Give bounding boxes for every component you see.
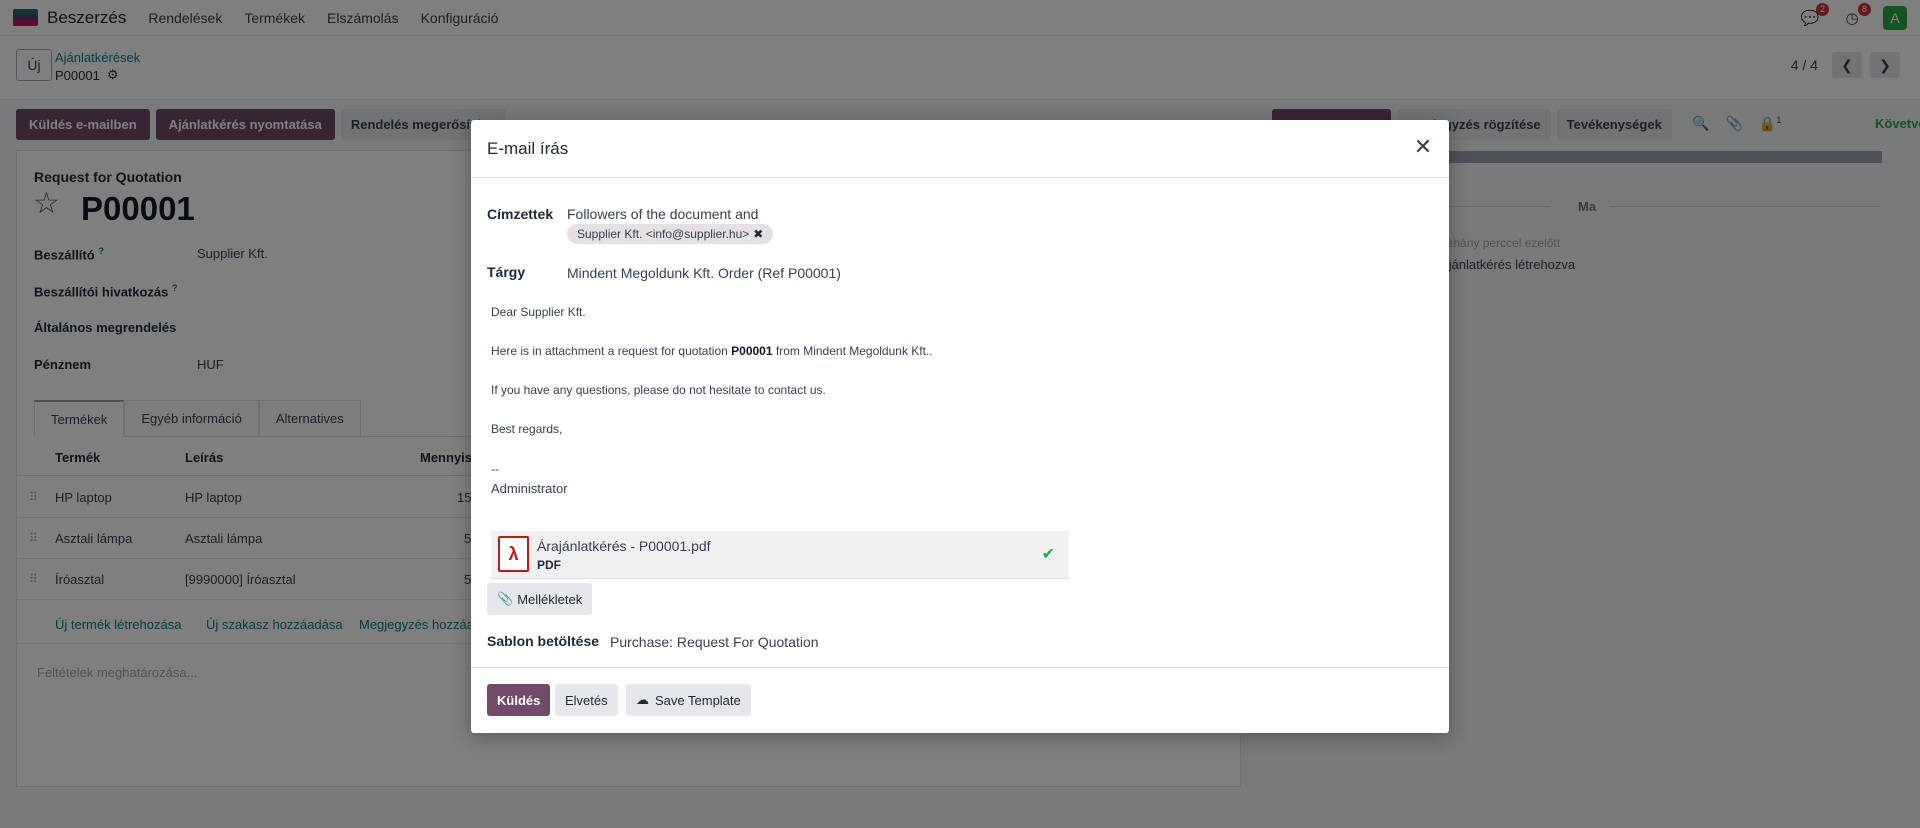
recipient-tag[interactable]: Supplier Kft. <info@supplier.hu> ✖ [567, 224, 774, 244]
attachment-name: Árajánlatkérés - P00001.pdf [537, 538, 711, 554]
body-sig-dash: -- [491, 462, 499, 476]
body-line1-after: from Mindent Megoldunk Kft.. [775, 344, 933, 358]
attachment-type: PDF [537, 558, 561, 572]
save-template-button[interactable]: ☁ Save Template [626, 684, 751, 716]
attachment-item[interactable]: λ Árajánlatkérés - P00001.pdf PDF ✔ [491, 531, 1069, 579]
body-closing: Best regards, [491, 422, 563, 436]
body-signature: Administrator [491, 481, 568, 496]
body-line1: Here is in attachment a request for quot… [491, 344, 933, 358]
check-icon: ✔ [1041, 546, 1055, 563]
send-button[interactable]: Küldés [487, 684, 551, 716]
pdf-icon: λ [498, 536, 529, 572]
remove-tag-icon[interactable]: ✖ [753, 227, 763, 241]
modal-title: E-mail írás [487, 139, 569, 158]
body-greeting: Dear Supplier Kft. [491, 305, 586, 319]
body-line1-before: Here is in attachment a request for quot… [491, 344, 728, 358]
template-label: Sablon betöltése [487, 633, 600, 649]
template-select[interactable]: Purchase: Request For Quotation [610, 634, 819, 650]
modal-footer: Küldés Elvetés ☁ Save Template [471, 667, 1449, 733]
paperclip-icon: 📎 [497, 591, 514, 606]
attachments-button[interactable]: 📎 Mellékletek [487, 583, 593, 615]
recipient-tag-label: Supplier Kft. <info@supplier.hu> [577, 227, 750, 241]
subject-label: Tárgy [487, 264, 526, 280]
modal-header: E-mail írás ✕ [471, 120, 1449, 178]
close-icon[interactable]: ✕ [1411, 135, 1435, 159]
body-line2: If you have any questions, please do not… [491, 383, 826, 397]
recipients-label: Címzettek [487, 206, 554, 222]
body-line1-bold: P00001 [731, 344, 773, 358]
discard-button[interactable]: Elvetés [555, 684, 618, 716]
save-template-label: Save Template [655, 692, 741, 708]
attachments-button-label: Mellékletek [517, 591, 583, 607]
cloud-upload-icon: ☁ [636, 692, 649, 707]
recipients-text: Followers of the document and [567, 206, 759, 222]
subject-input[interactable]: Mindent Megoldunk Kft. Order (Ref P00001… [567, 265, 841, 281]
compose-email-dialog: E-mail írás ✕ Címzettek Followers of the… [471, 120, 1449, 733]
